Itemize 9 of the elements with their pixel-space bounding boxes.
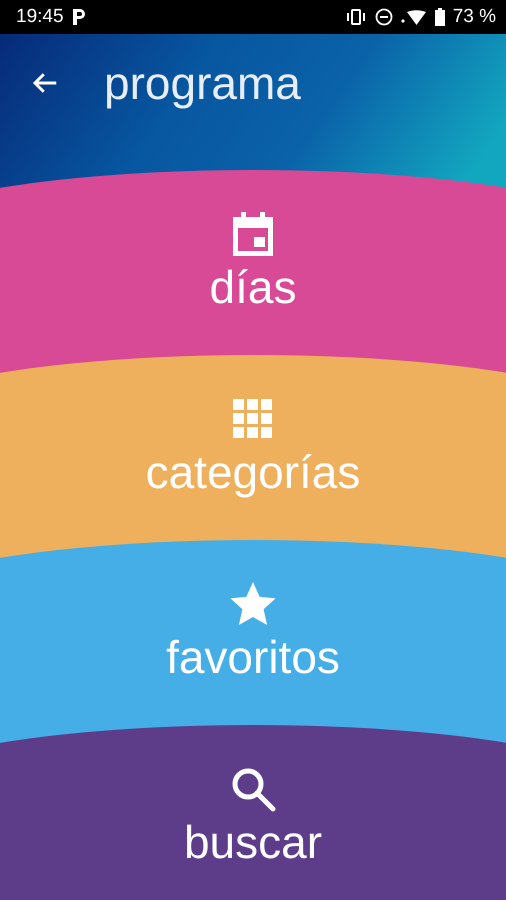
status-time: 19:45 — [16, 6, 64, 28]
battery-icon — [434, 8, 445, 26]
star-icon — [229, 580, 277, 628]
notification-icon — [72, 8, 86, 26]
vibrate-icon — [344, 8, 367, 26]
wifi-icon — [400, 8, 427, 26]
page-title: programa — [104, 56, 301, 111]
battery-percent: 73 % — [452, 6, 496, 28]
do-not-disturb-icon — [374, 8, 393, 26]
